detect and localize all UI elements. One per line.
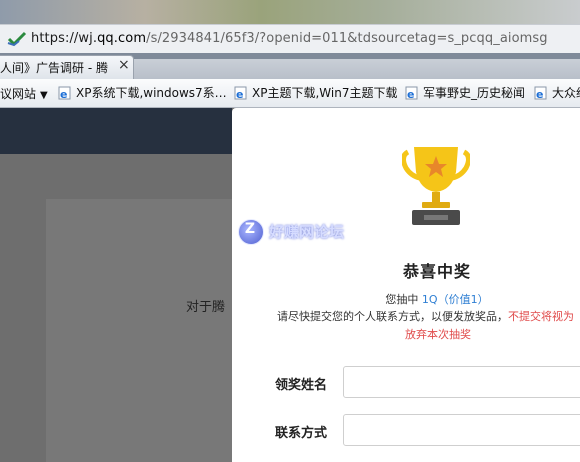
watermark-text: 好赚网论坛	[269, 223, 345, 241]
tab-title: 人间》广告调研 - 腾	[0, 61, 108, 75]
ie-page-icon: e	[534, 86, 547, 100]
site-verified-icon	[7, 31, 27, 47]
contact-field-label: 联系方式	[275, 426, 328, 441]
background-survey-card	[46, 199, 232, 462]
ie-page-icon: e	[405, 86, 418, 100]
chevron-down-icon[interactable]: ▼	[40, 90, 48, 101]
ie-page-icon: e	[58, 86, 71, 100]
favorite-link-label: 军事野史_历史秘闻	[423, 86, 526, 100]
dialog-title: 恭喜中奖	[402, 262, 471, 281]
ie-page-icon: e	[234, 86, 247, 100]
prize-prefix: 您抽中	[385, 293, 422, 306]
favorite-link[interactable]: e XP系统下载,windows7系…	[58, 84, 227, 102]
watermark-badge-letter: Z	[244, 221, 256, 237]
trophy-icon	[402, 147, 470, 225]
url-path: /s/2934841/65f3/?openid=011&tdsourcetag=…	[146, 31, 548, 46]
svg-text:e: e	[60, 88, 67, 100]
contact-field[interactable]	[343, 414, 580, 446]
tab-strip-background	[134, 59, 580, 79]
prize-value: 1Q（价值1）	[421, 293, 489, 306]
favorites-bar: 议网站 ▼ e XP系统下载,windows7系… e XP主题下载,Win7主题下载…	[0, 79, 580, 108]
favorite-link-label: XP系统下载,windows7系…	[76, 86, 227, 100]
url-domain: qq.com	[97, 31, 147, 46]
blurred-window-background	[0, 0, 580, 24]
address-bar[interactable]: https://wj.qq.com/s/2934841/65f3/?openid…	[0, 24, 580, 54]
browser-tab[interactable]: 人间》广告调研 - 腾 ×	[0, 55, 134, 80]
name-field[interactable]	[343, 366, 580, 398]
close-icon[interactable]: ×	[118, 57, 130, 73]
svg-text:e: e	[236, 88, 243, 100]
instruction-main: 请尽快提交您的个人联系方式，以便发放奖品，	[277, 310, 508, 323]
instruction-text: 请尽快提交您的个人联系方式，以便发放奖品，不提交将视为	[277, 308, 574, 324]
warning-text-continued: 放弃本次抽奖	[405, 328, 471, 341]
favorite-link[interactable]: e XP主题下载,Win7主题下载	[234, 84, 397, 102]
prize-dialog: 恭喜中奖 您抽中 1Q（价值1） 请尽快提交您的个人联系方式，以便发放奖品，不提…	[232, 108, 580, 462]
svg-text:e: e	[407, 88, 414, 100]
svg-text:e: e	[536, 88, 543, 100]
warning-text: 不提交将视为	[508, 310, 574, 323]
favorites-suggested-sites[interactable]: 议网站 ▼	[0, 85, 48, 102]
favorite-link[interactable]: e 大众纱	[534, 84, 580, 102]
favorites-suggested-label: 议网站	[0, 87, 37, 101]
name-field-label: 领奖姓名	[275, 378, 328, 393]
favorite-link[interactable]: e 军事野史_历史秘闻	[405, 84, 525, 102]
prize-line: 您抽中 1Q（价值1）	[232, 291, 580, 307]
tab-strip: 人间》广告调研 - 腾 ×	[0, 53, 580, 80]
url-prefix: https://wj.	[31, 31, 98, 46]
background-survey-text: 对于腾	[186, 300, 226, 315]
url-text[interactable]: https://wj.qq.com/s/2934841/65f3/?openid…	[31, 31, 548, 46]
page-header-dimmed	[0, 108, 232, 154]
favorite-link-label: XP主题下载,Win7主题下载	[252, 86, 398, 100]
favorite-link-label: 大众纱	[552, 86, 580, 100]
